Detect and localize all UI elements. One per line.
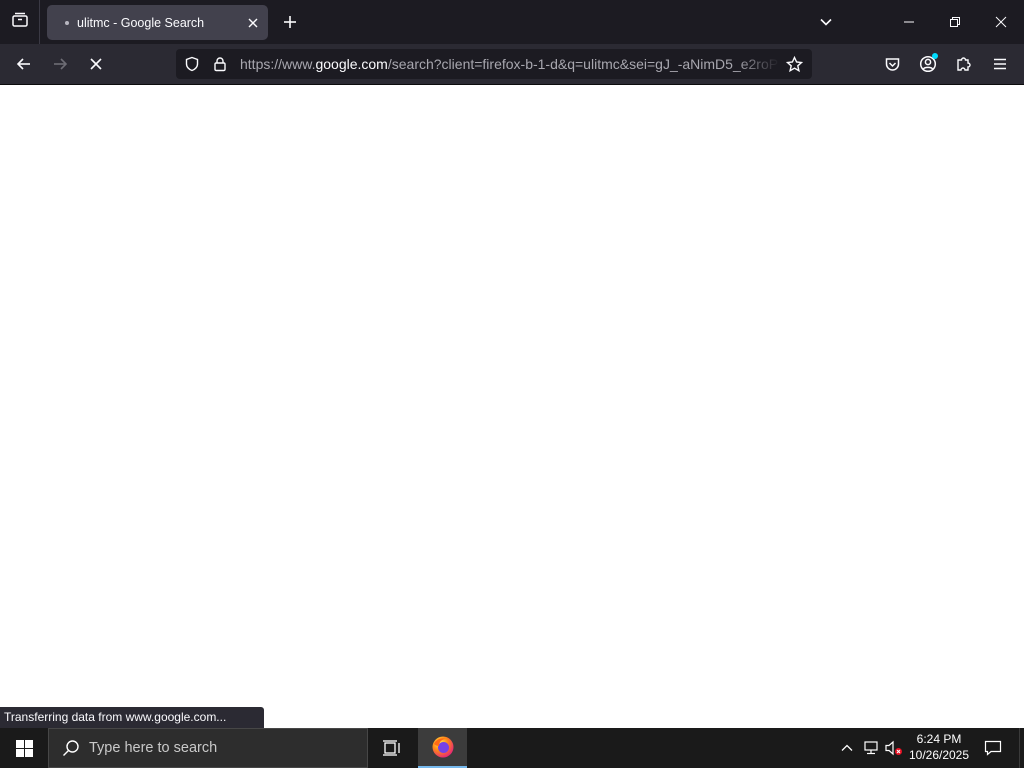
tab-close-button[interactable]: [238, 5, 268, 40]
taskbar-search-box[interactable]: Type here to search: [48, 728, 368, 768]
action-center-button[interactable]: [978, 728, 1008, 768]
plus-icon: [284, 16, 296, 28]
back-button[interactable]: [8, 48, 40, 80]
chevron-down-icon: [820, 18, 832, 26]
url-bar[interactable]: https://www.google.com/search?client=fir…: [176, 49, 812, 79]
new-tab-button[interactable]: [276, 8, 304, 36]
restore-button[interactable]: [932, 0, 978, 44]
close-icon: [995, 16, 1007, 28]
stop-button[interactable]: [80, 48, 112, 80]
close-icon: [248, 18, 258, 27]
notification-dot-icon: [932, 53, 938, 59]
clock-date: 10/26/2025: [908, 748, 970, 762]
network-button[interactable]: [861, 738, 881, 758]
pocket-button[interactable]: [876, 48, 908, 80]
lock-icon[interactable]: [206, 49, 234, 79]
chevron-up-icon: [841, 744, 853, 751]
arrow-right-icon: [54, 58, 68, 70]
show-desktop-button[interactable]: [1019, 728, 1024, 768]
forward-button[interactable]: [44, 48, 76, 80]
pocket-icon: [885, 57, 899, 71]
volume-muted-icon: [885, 740, 902, 756]
hamburger-icon: [994, 58, 1006, 70]
tab-list-button[interactable]: [0, 0, 40, 44]
active-tab[interactable]: ulitmc - Google Search: [47, 5, 268, 40]
menu-button[interactable]: [984, 48, 1016, 80]
clock-time: 6:24 PM: [916, 732, 962, 746]
firefox-icon: [432, 736, 453, 758]
minimize-icon: [904, 21, 914, 23]
show-hidden-icons-button[interactable]: [837, 738, 857, 758]
tab-strip: ulitmc - Google Search: [0, 0, 1024, 44]
search-placeholder: Type here to search: [89, 740, 218, 756]
extensions-button[interactable]: [948, 48, 980, 80]
url-host: google.com: [315, 56, 388, 72]
loading-dot-icon: [65, 20, 69, 25]
taskbar: Type here to search 6:24 PM 10/26/2025: [0, 728, 1024, 768]
navigation-toolbar: https://www.google.com/search?client=fir…: [0, 44, 1024, 85]
task-view-button[interactable]: [370, 728, 414, 768]
url-text[interactable]: https://www.google.com/search?client=fir…: [234, 56, 780, 72]
puzzle-icon: [957, 57, 971, 71]
network-icon: [864, 741, 878, 755]
tracking-shield-icon[interactable]: [178, 49, 206, 79]
notification-icon: [984, 740, 1002, 756]
search-icon: [61, 738, 81, 758]
stop-x-icon: [90, 58, 102, 70]
windows-logo-icon: [15, 739, 33, 757]
taskbar-firefox-button[interactable]: [418, 728, 467, 768]
minimize-button[interactable]: [886, 0, 932, 44]
list-all-tabs-button[interactable]: [812, 8, 840, 36]
task-view-icon: [383, 740, 400, 756]
url-path: /search?client=firefox-b-1-d&q=ulitmc&se…: [387, 56, 779, 72]
star-icon: [785, 55, 803, 72]
status-panel: Transferring data from www.google.com...: [0, 707, 264, 728]
system-clock[interactable]: 6:24 PM 10/26/2025: [905, 731, 973, 763]
start-button[interactable]: [0, 728, 48, 768]
window-close-button[interactable]: [978, 0, 1024, 44]
restore-icon: [950, 17, 960, 27]
bookmark-star-button[interactable]: [780, 49, 808, 79]
page-content-area: [0, 85, 1024, 728]
volume-button[interactable]: [884, 738, 904, 758]
tab-title: ulitmc - Google Search: [77, 15, 205, 30]
tab-list-icon: [11, 11, 29, 34]
account-button[interactable]: [912, 48, 944, 80]
arrow-left-icon: [16, 58, 30, 70]
url-prefix: https://www.: [240, 56, 316, 72]
